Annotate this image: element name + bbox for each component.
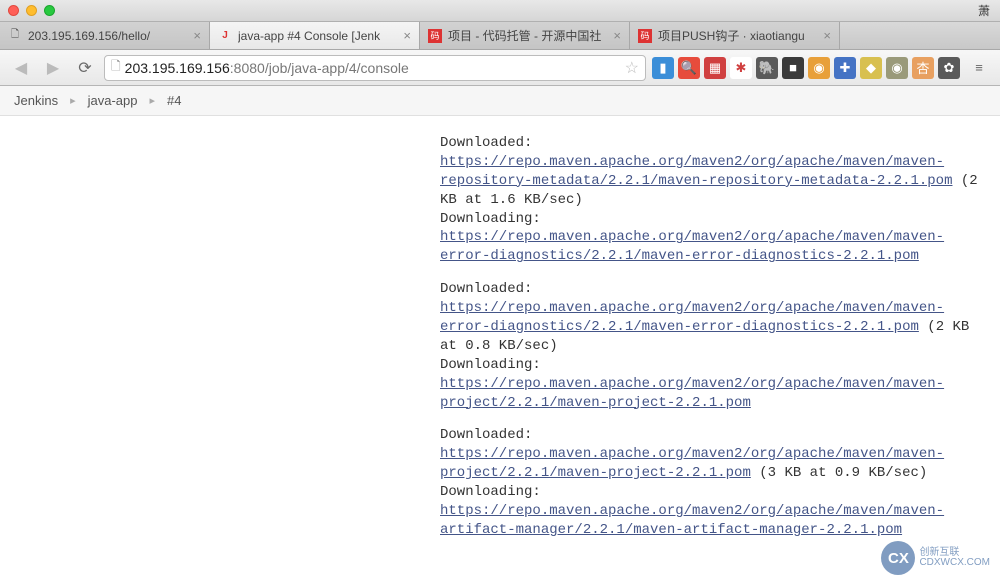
bookmark-star-icon[interactable]: ☆ <box>625 58 639 78</box>
extension-icons: ▮🔍▦✱🐘■◉✚◆◉杏✿ <box>652 57 960 79</box>
extension-icon-1[interactable]: 🔍 <box>678 57 700 79</box>
minimize-icon[interactable] <box>26 5 37 16</box>
download-link[interactable]: https://repo.maven.apache.org/maven2/org… <box>440 154 952 189</box>
browser-toolbar: ◀ ▶ ⟳ 🗋 203.195.169.156:8080/job/java-ap… <box>0 50 1000 86</box>
extension-icon-11[interactable]: ✿ <box>938 57 960 79</box>
back-button[interactable]: ◀ <box>8 56 34 80</box>
traffic-lights <box>8 5 55 16</box>
reload-button[interactable]: ⟳ <box>72 56 98 80</box>
forward-button[interactable]: ▶ <box>40 56 66 80</box>
tab-1[interactable]: Jjava-app #4 Console [Jenk × <box>210 22 420 49</box>
extension-icon-0[interactable]: ▮ <box>652 57 674 79</box>
console-output: Downloaded: https://repo.maven.apache.or… <box>0 116 1000 574</box>
watermark-badge: CX <box>881 541 915 575</box>
breadcrumb-item[interactable]: #4 <box>167 93 181 108</box>
extension-icon-2[interactable]: ▦ <box>704 57 726 79</box>
tab-2[interactable]: 码项目 - 代码托管 - 开源中国社 × <box>420 22 630 49</box>
tab-label: 项目 - 代码托管 - 开源中国社 <box>448 27 607 44</box>
page-icon: 🗋 <box>111 57 121 78</box>
tab-3[interactable]: 码项目PUSH钩子 · xiaotiangu × <box>630 22 840 49</box>
window-titlebar: 萧 <box>0 0 1000 22</box>
maximize-icon[interactable] <box>44 5 55 16</box>
download-link[interactable]: https://repo.maven.apache.org/maven2/org… <box>440 446 944 481</box>
menu-button[interactable]: ≡ <box>966 56 992 80</box>
site-icon: 码 <box>428 29 442 43</box>
extension-icon-6[interactable]: ◉ <box>808 57 830 79</box>
extension-icon-10[interactable]: 杏 <box>912 57 934 79</box>
address-text: 203.195.169.156:8080/job/java-app/4/cons… <box>125 60 621 76</box>
extension-icon-9[interactable]: ◉ <box>886 57 908 79</box>
close-tab-icon[interactable]: × <box>613 28 621 43</box>
address-bar[interactable]: 🗋 203.195.169.156:8080/job/java-app/4/co… <box>104 55 646 81</box>
page-icon: 🗋 <box>8 29 22 43</box>
download-link[interactable]: https://repo.maven.apache.org/maven2/org… <box>440 376 944 411</box>
close-icon[interactable] <box>8 5 19 16</box>
extension-icon-8[interactable]: ◆ <box>860 57 882 79</box>
breadcrumb-sep: ▸ <box>149 94 155 107</box>
extension-icon-3[interactable]: ✱ <box>730 57 752 79</box>
breadcrumb-item[interactable]: Jenkins <box>14 93 58 108</box>
tab-label: 项目PUSH钩子 · xiaotiangu <box>658 27 817 44</box>
close-tab-icon[interactable]: × <box>403 28 411 43</box>
download-link[interactable]: https://repo.maven.apache.org/maven2/org… <box>440 503 944 538</box>
breadcrumb: Jenkins ▸ java-app ▸ #4 <box>0 86 1000 116</box>
breadcrumb-sep: ▸ <box>70 94 76 107</box>
close-tab-icon[interactable]: × <box>823 28 831 43</box>
download-link[interactable]: https://repo.maven.apache.org/maven2/org… <box>440 229 944 264</box>
extension-icon-7[interactable]: ✚ <box>834 57 856 79</box>
site-icon: 码 <box>638 29 652 43</box>
extension-icon-5[interactable]: ■ <box>782 57 804 79</box>
tab-strip: 🗋203.195.169.156/hello/×Jjava-app #4 Con… <box>0 22 1000 50</box>
breadcrumb-item[interactable]: java-app <box>88 93 138 108</box>
download-link[interactable]: https://repo.maven.apache.org/maven2/org… <box>440 300 944 335</box>
window-user: 萧 <box>978 2 990 19</box>
jenkins-icon: J <box>218 29 232 43</box>
close-tab-icon[interactable]: × <box>193 28 201 43</box>
extension-icon-4[interactable]: 🐘 <box>756 57 778 79</box>
tab-label: 203.195.169.156/hello/ <box>28 29 187 43</box>
tab-0[interactable]: 🗋 203.195.169.156/hello/ × <box>0 22 210 49</box>
tab-label: java-app #4 Console [Jenk <box>238 29 397 43</box>
watermark: CX 创新互联 CDXWCX.COM <box>881 541 990 575</box>
